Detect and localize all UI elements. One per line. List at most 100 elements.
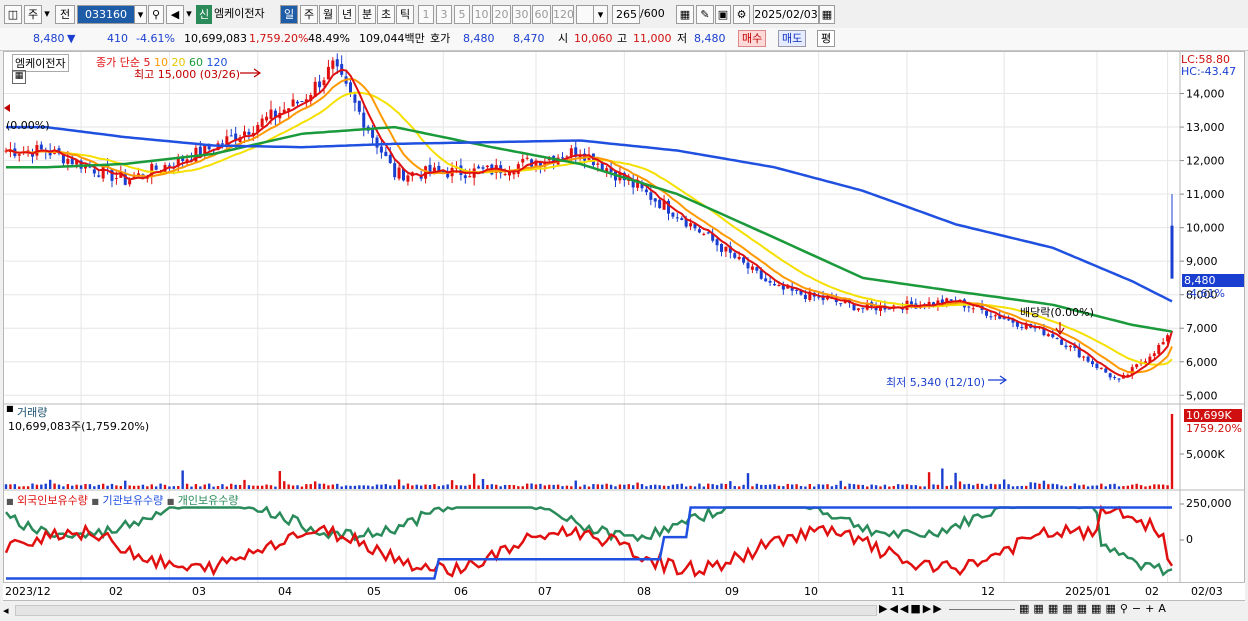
date-input[interactable]: 2025/02/03 bbox=[753, 5, 819, 24]
volume-bar bbox=[1078, 485, 1081, 489]
volume-bar bbox=[1047, 484, 1050, 489]
volume-bar bbox=[199, 486, 202, 489]
candle-body bbox=[742, 257, 746, 263]
zoom-in-icon[interactable]: + bbox=[1145, 602, 1158, 615]
holdings-legend[interactable]: ■ 외국인보유수량 ■ 기관보유수량 ■ 개인보유수량 bbox=[6, 492, 239, 508]
play-icon[interactable]: ▶ bbox=[879, 602, 889, 615]
volume-bar bbox=[662, 485, 666, 489]
playback-controls[interactable]: ▶◀◀■▶▶ bbox=[879, 602, 944, 615]
interval-60[interactable]: 60 bbox=[532, 5, 551, 24]
volume-bar bbox=[459, 485, 463, 489]
tool-icon[interactable]: ▦ bbox=[1091, 602, 1105, 615]
tool-icon[interactable]: ▦ bbox=[1033, 602, 1047, 615]
interval-120[interactable]: 120 bbox=[552, 5, 574, 24]
rewind-icon[interactable]: ◀◀ bbox=[889, 602, 910, 615]
candle-body bbox=[291, 99, 295, 107]
zoom-out-icon[interactable]: − bbox=[1132, 602, 1145, 615]
volume-bar bbox=[1122, 486, 1125, 489]
volume-bar bbox=[291, 485, 295, 489]
interval-30[interactable]: 30 bbox=[512, 5, 531, 24]
count-input[interactable]: 265 bbox=[612, 5, 640, 24]
buy-button[interactable]: 매수 bbox=[738, 30, 767, 47]
chart-svg[interactable]: 14,00013,00012,00011,00010,0009,0008,000… bbox=[4, 52, 1244, 605]
volume-bar bbox=[1051, 483, 1054, 489]
save-icon[interactable]: ▣ bbox=[715, 5, 731, 24]
calendar-icon[interactable]: ▦ bbox=[819, 5, 835, 24]
eval-button[interactable]: 평 bbox=[817, 30, 836, 47]
volume-bar bbox=[517, 486, 520, 489]
candle-body bbox=[521, 158, 525, 163]
volume-bar bbox=[521, 486, 524, 489]
draw-tool-icon[interactable]: ✎ bbox=[696, 5, 714, 24]
volume-bar bbox=[380, 484, 383, 489]
volume-bar bbox=[552, 484, 555, 489]
candle-body bbox=[1060, 339, 1064, 345]
interval-10[interactable]: 10 bbox=[472, 5, 491, 24]
forward-icon[interactable]: ▶▶ bbox=[923, 602, 944, 615]
volume-ratio: 1,759.20% bbox=[249, 32, 309, 45]
interval-1[interactable]: 1 bbox=[418, 5, 434, 24]
candle-body bbox=[247, 131, 251, 135]
scroll-left-icon[interactable]: ◂ bbox=[3, 604, 13, 617]
sell-button[interactable]: 매도 bbox=[778, 30, 807, 47]
scroll-track[interactable] bbox=[15, 605, 877, 616]
scroll-bar[interactable]: ◂ ▶◀◀■▶▶ ▦▦▦▦▦▦▦⚲−+A bbox=[3, 600, 1245, 619]
hc-label: HC:-43.47 bbox=[1181, 65, 1237, 78]
volume-bar bbox=[177, 486, 180, 489]
interval-5[interactable]: 5 bbox=[454, 5, 470, 24]
period-week[interactable]: 주 bbox=[300, 5, 318, 24]
period-day[interactable]: 일 bbox=[280, 5, 298, 24]
tool-icon[interactable]: ▦ bbox=[1062, 602, 1076, 615]
period-minute[interactable]: 분 bbox=[358, 5, 376, 24]
volume-bar bbox=[406, 483, 410, 489]
tool-icon[interactable]: ▦ bbox=[1019, 602, 1033, 615]
speed-slider[interactable] bbox=[949, 609, 1015, 610]
period-month[interactable]: 월 bbox=[319, 5, 337, 24]
candle-body bbox=[388, 154, 392, 164]
period-tick[interactable]: 틱 bbox=[396, 5, 414, 24]
code-input[interactable]: 033160 bbox=[77, 5, 135, 24]
layout-icon[interactable]: ◫ bbox=[4, 5, 22, 24]
volume-bar bbox=[578, 486, 582, 489]
tool-icon[interactable]: ▦ bbox=[1048, 602, 1062, 615]
interval-20[interactable]: 20 bbox=[492, 5, 511, 24]
foreign-holdings-line bbox=[4, 504, 1174, 578]
chart-tools[interactable]: ▦▦▦▦▦▦▦⚲−+A bbox=[1019, 602, 1170, 615]
candle-body bbox=[949, 299, 953, 301]
tool-icon[interactable]: ▦ bbox=[1077, 602, 1091, 615]
period-year[interactable]: 년 bbox=[338, 5, 356, 24]
market-select[interactable]: 주 bbox=[24, 5, 42, 24]
speaker-icon[interactable]: ◀ bbox=[166, 5, 184, 24]
volume-bar bbox=[428, 484, 432, 489]
volume-bar bbox=[137, 485, 140, 489]
bid-label: 호가 bbox=[430, 32, 451, 45]
volume-bar bbox=[654, 484, 657, 489]
stop-icon[interactable]: ■ bbox=[910, 602, 922, 615]
volume-bar bbox=[645, 486, 648, 489]
chart-area[interactable]: 14,000 13,000 12,000 11,000 10,000 9,000 8,000… bbox=[3, 51, 1245, 606]
volume-bar bbox=[866, 486, 869, 489]
candle-body bbox=[755, 267, 759, 271]
market2-select[interactable]: 전 bbox=[55, 5, 75, 24]
grid-table-icon[interactable]: ▦ bbox=[12, 70, 26, 84]
volume-bar bbox=[1100, 483, 1103, 489]
market-dropdown-icon[interactable]: ▾ bbox=[44, 5, 50, 24]
candle-body bbox=[1007, 319, 1011, 321]
code-dropdown-icon[interactable]: ▾ bbox=[134, 5, 147, 24]
font-size-icon[interactable]: A bbox=[1158, 602, 1170, 615]
volume-bar bbox=[892, 485, 895, 489]
candle-body bbox=[229, 135, 233, 137]
speaker-dropdown-icon[interactable]: ▾ bbox=[185, 5, 193, 24]
zoom-icon[interactable]: ⚲ bbox=[1120, 602, 1132, 615]
volume-bar bbox=[680, 483, 683, 489]
tool-icon[interactable]: ▦ bbox=[1105, 602, 1119, 615]
x-label: 2023/12 bbox=[5, 585, 51, 598]
period-second[interactable]: 초 bbox=[377, 5, 395, 24]
volume-bar bbox=[468, 484, 471, 489]
custom-interval-dropdown-icon[interactable]: ▾ bbox=[593, 5, 608, 24]
candle-body bbox=[397, 167, 401, 179]
interval-3[interactable]: 3 bbox=[436, 5, 452, 24]
chart-type-icon[interactable]: ▦ bbox=[676, 5, 694, 24]
gear-icon[interactable]: ⚙ bbox=[733, 5, 750, 24]
search-icon[interactable]: ⚲ bbox=[148, 5, 164, 24]
